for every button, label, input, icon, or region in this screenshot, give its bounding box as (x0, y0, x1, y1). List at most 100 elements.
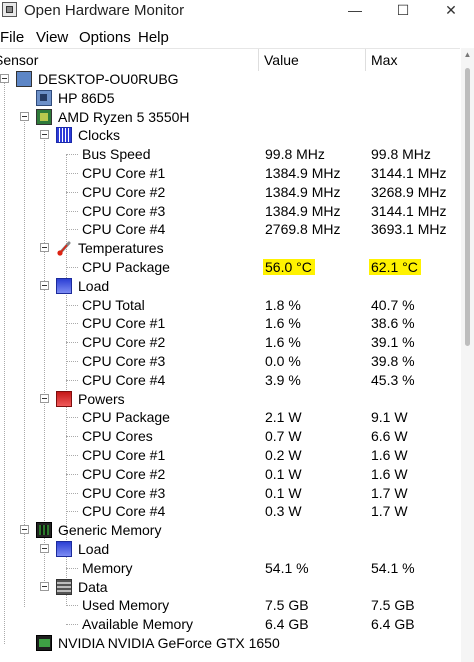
sensor-row[interactable]: CPU Total 1.8 % 40.7 % (0, 296, 460, 315)
sensor-row[interactable]: Memory 54.1 % 54.1 % (0, 559, 460, 578)
sensor-row[interactable]: CPU Core #1 1.6 % 38.6 % (0, 314, 460, 333)
sensor-tree: DESKTOP-OU0RUBG HP 86D5 AMD Ryzen 5 3550H C… (0, 70, 460, 662)
sensor-row[interactable]: CPU Core #4 3.9 % 45.3 % (0, 371, 460, 390)
sensor-row[interactable]: CPU Core #2 1.6 % 39.1 % (0, 333, 460, 352)
sensor-value: 6.4 GB (265, 616, 309, 632)
tree-connector (66, 173, 78, 174)
sensor-label: CPU Core #2 (82, 466, 166, 482)
tree-node-amd-ryzen-5-3550h[interactable]: AMD Ryzen 5 3550H (0, 108, 460, 127)
sensor-value: 1384.9 MHz (265, 184, 341, 200)
collapse-toggle-icon[interactable] (40, 394, 49, 403)
scroll-up-icon[interactable]: ▲ (461, 50, 474, 59)
sensor-label: Load (78, 541, 110, 557)
tree-node-hp-86d5[interactable]: HP 86D5 (0, 89, 460, 108)
tree-node-load[interactable]: Load (0, 540, 460, 559)
sensor-label: CPU Core #4 (82, 372, 166, 388)
sensor-value: 3.9 % (265, 372, 301, 388)
sensor-row[interactable]: CPU Package 2.1 W 9.1 W (0, 408, 460, 427)
tree-node-data[interactable]: Data (0, 578, 460, 597)
sensor-max: 38.6 % (371, 315, 415, 331)
tree-connector (66, 211, 78, 212)
sensor-row[interactable]: CPU Core #2 0.1 W 1.6 W (0, 465, 460, 484)
close-button[interactable]: ✕ (428, 0, 474, 22)
sensor-row[interactable]: CPU Package 56.0 °C 62.1 °C (0, 258, 460, 277)
tree-node-clocks[interactable]: Clocks (0, 126, 460, 145)
sensor-max: 7.5 GB (371, 597, 415, 613)
sensor-max: 3144.1 MHz (371, 203, 447, 219)
tree-node-desktop-ou0rubg[interactable]: DESKTOP-OU0RUBG (0, 70, 460, 89)
tree-node-generic-memory[interactable]: Generic Memory (0, 521, 460, 540)
sensor-value: 2769.8 MHz (265, 221, 341, 237)
sensor-label: CPU Core #2 (82, 334, 166, 350)
sensor-row[interactable]: CPU Core #1 1384.9 MHz 3144.1 MHz (0, 164, 460, 183)
sensor-label: CPU Core #2 (82, 184, 166, 200)
sensor-row[interactable]: CPU Core #3 0.1 W 1.7 W (0, 484, 460, 503)
sensor-label: Memory (82, 560, 133, 576)
computer-icon (16, 71, 32, 87)
sensor-row[interactable]: CPU Core #4 2769.8 MHz 3693.1 MHz (0, 220, 460, 239)
tree-node-nvidia-nvidia-geforce-gtx-1650[interactable]: NVIDIA NVIDIA GeForce GTX 1650 (0, 634, 460, 653)
menu-file[interactable]: File (0, 29, 24, 46)
menu-help[interactable]: Help (138, 29, 169, 46)
vertical-scrollbar[interactable]: ▲ (461, 48, 474, 662)
tree-node-load[interactable]: Load (0, 277, 460, 296)
column-value[interactable]: Value (264, 52, 299, 68)
sensor-label: CPU Core #3 (82, 203, 166, 219)
sensor-max: 62.1 °C (369, 259, 421, 275)
sensor-max: 1.6 W (371, 447, 408, 463)
sensor-value: 0.0 % (265, 353, 301, 369)
collapse-toggle-icon[interactable] (0, 74, 9, 83)
sensor-label: CPU Core #1 (82, 315, 166, 331)
collapse-toggle-icon[interactable] (40, 130, 49, 139)
sensor-row[interactable]: Available Memory 6.4 GB 6.4 GB (0, 615, 460, 634)
power-icon (56, 391, 72, 407)
collapse-toggle-icon[interactable] (20, 112, 29, 121)
sensor-row[interactable]: Used Memory 7.5 GB 7.5 GB (0, 596, 460, 615)
mainboard-icon (36, 90, 52, 106)
menu-view[interactable]: View (36, 29, 68, 46)
collapse-toggle-icon[interactable] (40, 544, 49, 553)
app-icon[interactable] (2, 2, 17, 17)
collapse-toggle-icon[interactable] (20, 525, 29, 534)
sensor-row[interactable]: Bus Speed 99.8 MHz 99.8 MHz (0, 145, 460, 164)
sensor-row[interactable]: CPU Core #1 0.2 W 1.6 W (0, 446, 460, 465)
sensor-row[interactable]: CPU Core #3 1384.9 MHz 3144.1 MHz (0, 202, 460, 221)
column-max[interactable]: Max (371, 52, 397, 68)
sensor-value: 56.0 °C (263, 259, 315, 275)
scroll-thumb[interactable] (465, 68, 470, 346)
collapse-toggle-icon[interactable] (40, 582, 49, 591)
sensor-row[interactable]: CPU Core #3 0.0 % 39.8 % (0, 352, 460, 371)
sensor-row[interactable]: CPU Core #4 0.3 W 1.7 W (0, 502, 460, 521)
thermometer-icon (56, 240, 72, 256)
window-title: Open Hardware Monitor (24, 2, 185, 19)
tree-connector (66, 474, 78, 475)
menu-options[interactable]: Options (79, 29, 131, 46)
maximize-button[interactable]: ☐ (380, 0, 426, 22)
sensor-row[interactable]: CPU Cores 0.7 W 6.6 W (0, 427, 460, 446)
sensor-label: Powers (78, 391, 125, 407)
tree-connector (66, 342, 78, 343)
collapse-toggle-icon[interactable] (40, 281, 49, 290)
sensor-max: 1.7 W (371, 503, 408, 519)
collapse-toggle-icon[interactable] (40, 243, 49, 252)
sensor-value: 0.1 W (265, 485, 302, 501)
sensor-label: CPU Core #1 (82, 447, 166, 463)
minimize-button[interactable]: — (332, 0, 378, 22)
column-header: Sensor Value Max (0, 48, 460, 71)
sensor-value: 1.6 % (265, 315, 301, 331)
sensor-max: 3693.1 MHz (371, 221, 447, 237)
sensor-max: 39.8 % (371, 353, 415, 369)
tree-node-powers[interactable]: Powers (0, 390, 460, 409)
tree-connector (66, 493, 78, 494)
tree-connector (66, 417, 78, 418)
sensor-row[interactable]: CPU Core #2 1384.9 MHz 3268.9 MHz (0, 183, 460, 202)
gpu-icon (36, 635, 52, 651)
sensor-label: NVIDIA NVIDIA GeForce GTX 1650 (58, 635, 280, 651)
column-divider[interactable] (258, 49, 259, 71)
column-divider[interactable] (365, 49, 366, 71)
sensor-value: 1.8 % (265, 297, 301, 313)
tree-connector (66, 305, 78, 306)
clock-icon (56, 127, 72, 143)
tree-node-temperatures[interactable]: Temperatures (0, 239, 460, 258)
column-sensor[interactable]: Sensor (0, 52, 38, 68)
